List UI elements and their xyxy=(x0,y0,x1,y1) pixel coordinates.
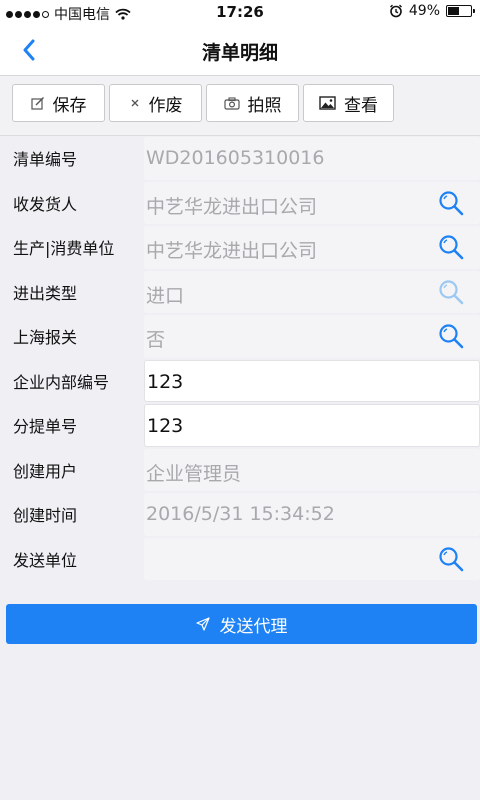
form-row: 创建用户 企业管理员 xyxy=(0,448,480,493)
void-button[interactable]: 作废 xyxy=(109,84,202,122)
send-icon xyxy=(195,617,210,631)
status-right: 49% xyxy=(389,3,475,19)
field-label: 生产|消费单位 xyxy=(13,239,115,258)
nav-bar: 清单明细 xyxy=(0,24,480,76)
edit-icon xyxy=(30,97,44,110)
form-row: 企业内部编号 123 xyxy=(0,359,480,404)
camera-icon xyxy=(223,96,240,110)
field-value[interactable]: 中艺华龙进出口公司 xyxy=(144,181,480,224)
field-label: 清单编号 xyxy=(13,150,78,169)
field-label: 创建时间 xyxy=(13,506,78,525)
view-button[interactable]: 查看 xyxy=(303,84,394,122)
search-icon[interactable] xyxy=(438,190,464,216)
form-row: 进出类型 进口 xyxy=(0,270,480,315)
status-bar: 中国电信 17:26 49% xyxy=(0,0,480,24)
field-value: 2016/5/31 15:34:52 xyxy=(144,493,480,536)
form-row: 分提单号 123 xyxy=(0,403,480,448)
view-label: 查看 xyxy=(344,95,378,116)
form-row: 上海报关 否 xyxy=(0,314,480,359)
search-icon[interactable] xyxy=(438,279,464,305)
send-agent-label: 发送代理 xyxy=(219,616,288,637)
field-label: 上海报关 xyxy=(13,328,78,347)
field-label: 创建用户 xyxy=(13,461,78,481)
battery-percent: 49% xyxy=(408,3,440,19)
field-label: 收发货人 xyxy=(13,194,78,214)
field-value[interactable]: 否 xyxy=(144,315,480,358)
alarm-icon xyxy=(389,4,402,18)
search-icon[interactable] xyxy=(438,234,464,260)
send-agent-button[interactable]: 发送代理 xyxy=(6,604,477,644)
field-value[interactable]: 中艺华龙进出口公司 xyxy=(144,226,480,269)
field-label: 发送单位 xyxy=(13,550,78,570)
field-input[interactable]: 123 xyxy=(144,359,480,402)
field-input[interactable]: 123 xyxy=(144,404,480,447)
image-icon xyxy=(319,96,336,110)
field-label: 企业内部编号 xyxy=(13,372,110,392)
photo-label: 拍照 xyxy=(247,95,282,116)
field-value[interactable] xyxy=(144,537,480,580)
close-icon xyxy=(131,99,138,107)
field-value-text: 中艺华龙进出口公司 xyxy=(146,195,318,218)
battery-fill xyxy=(448,7,459,15)
search-icon[interactable] xyxy=(438,323,464,349)
search-icon[interactable] xyxy=(438,546,464,572)
field-value-text: 123 xyxy=(147,370,184,393)
form-row: 发送单位 xyxy=(0,537,480,582)
field-label: 分提单号 xyxy=(13,417,78,436)
save-label: 保存 xyxy=(52,95,87,116)
field-value: WD201605310016 xyxy=(144,137,480,180)
field-value: 企业管理员 xyxy=(144,448,480,491)
form-row: 创建时间 2016/5/31 15:34:52 xyxy=(0,492,480,537)
photo-button[interactable]: 拍照 xyxy=(206,84,299,122)
field-value-text: 123 xyxy=(147,415,184,437)
field-value[interactable]: 进口 xyxy=(144,270,480,313)
field-label: 进出类型 xyxy=(13,283,78,303)
field-value-text: WD201605310016 xyxy=(146,147,325,169)
field-value-text: 进口 xyxy=(146,284,185,307)
page-title: 清单明细 xyxy=(201,42,278,64)
battery-icon xyxy=(446,5,475,17)
save-button[interactable]: 保存 xyxy=(12,84,105,122)
form-row: 清单编号 WD201605310016 xyxy=(0,136,480,181)
form: 清单编号 WD201605310016 收发货人 中艺华龙进出口公司 生产|消费单位 中艺… xyxy=(0,136,480,581)
field-value-text: 企业管理员 xyxy=(146,462,242,485)
field-value-text: 否 xyxy=(146,329,166,351)
form-row: 生产|消费单位 中艺华龙进出口公司 xyxy=(0,225,480,270)
field-value-text: 2016/5/31 15:34:52 xyxy=(146,503,335,525)
void-label: 作废 xyxy=(148,95,183,116)
form-row: 收发货人 中艺华龙进出口公司 xyxy=(0,181,480,226)
field-value-text: 中艺华龙进出口公司 xyxy=(146,240,318,262)
toolbar: 保存 作废 拍照 查看 xyxy=(0,76,480,136)
